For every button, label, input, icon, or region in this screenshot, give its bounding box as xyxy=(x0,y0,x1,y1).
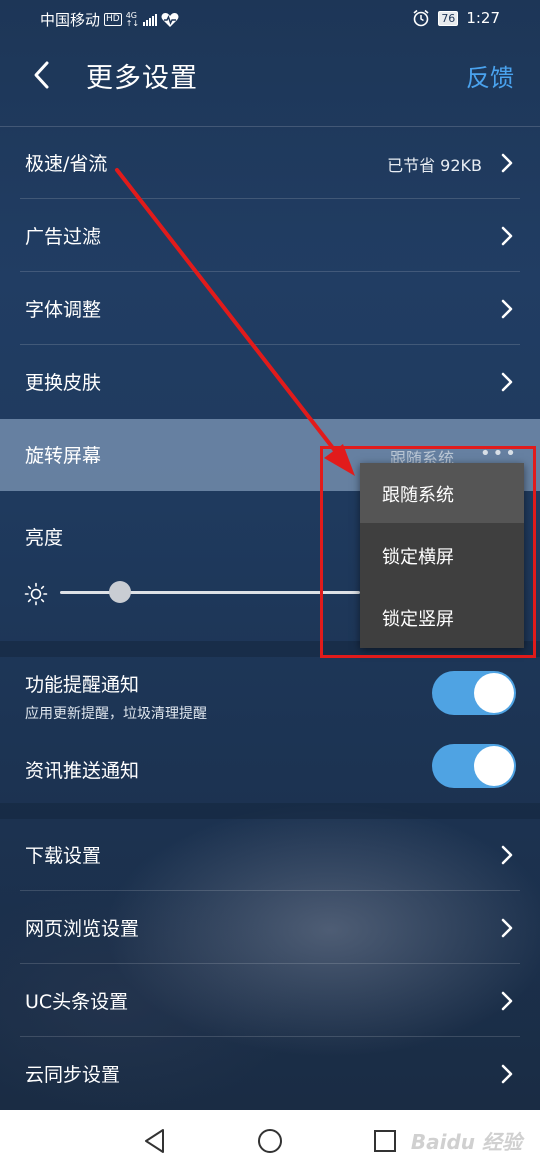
chevron-right-icon xyxy=(501,226,513,246)
system-nav-bar: Baidu 经验 xyxy=(0,1110,540,1170)
app-header: 更多设置 反馈 xyxy=(0,40,540,110)
feedback-button[interactable]: 反馈 xyxy=(466,58,514,93)
clock: 1:27 xyxy=(466,9,500,27)
row-label: 下载设置 xyxy=(25,845,102,867)
row-label: 网页浏览设置 xyxy=(25,918,140,940)
network-type: 4G ↑↓ xyxy=(125,10,140,28)
row-cloud-sync-settings[interactable]: 云同步设置 xyxy=(0,1038,540,1110)
signal-icon xyxy=(143,13,158,26)
chevron-right-icon xyxy=(501,991,513,1011)
data-saved-value: 已节省 92KB xyxy=(387,156,482,175)
settings-screen: 中国移动 HD 4G ↑↓ 76 1:27 更多设置 反馈 极速/省流 已节省 … xyxy=(0,0,540,1110)
nav-back-icon[interactable] xyxy=(143,1128,167,1154)
carrier-name: 中国移动 xyxy=(40,11,101,29)
row-news-push: 资讯推送通知 xyxy=(0,733,540,803)
annotation-highlight-box xyxy=(320,446,536,658)
row-font-adjust[interactable]: 字体调整 xyxy=(0,273,540,345)
brightness-slider-thumb[interactable] xyxy=(109,581,131,603)
brightness-label: 亮度 xyxy=(25,527,64,549)
row-label: 云同步设置 xyxy=(25,1064,121,1086)
chevron-right-icon xyxy=(501,299,513,319)
alarm-icon xyxy=(413,9,429,27)
row-label: 极速/省流 xyxy=(25,153,108,175)
row-download-settings[interactable]: 下载设置 xyxy=(0,819,540,891)
row-change-skin[interactable]: 更换皮肤 xyxy=(0,346,540,418)
feature-reminder-toggle[interactable] xyxy=(432,671,516,715)
chevron-right-icon xyxy=(501,918,513,938)
nav-recents-icon[interactable] xyxy=(373,1129,397,1153)
row-speed-saving[interactable]: 极速/省流 已节省 92KB xyxy=(0,127,540,199)
battery-icon: 76 xyxy=(438,10,459,26)
row-feature-reminder: 功能提醒通知 应用更新提醒，垃圾清理提醒 xyxy=(0,657,540,733)
row-label: 广告过滤 xyxy=(25,226,102,248)
brightness-slider[interactable] xyxy=(60,591,360,594)
heart-monitor-icon xyxy=(161,12,179,27)
nav-home-icon[interactable] xyxy=(257,1128,283,1154)
row-label: 资讯推送通知 xyxy=(25,760,140,782)
row-label: 字体调整 xyxy=(25,299,102,321)
section-gap xyxy=(0,803,540,819)
chevron-right-icon xyxy=(501,845,513,865)
brightness-icon xyxy=(24,582,48,606)
row-label: 旋转屏幕 xyxy=(25,445,102,467)
page-title: 更多设置 xyxy=(86,63,198,94)
chevron-right-icon xyxy=(501,153,513,173)
row-ad-filter[interactable]: 广告过滤 xyxy=(0,200,540,272)
baidu-watermark-logo: Baidu 经验 xyxy=(410,1130,522,1154)
row-browse-settings[interactable]: 网页浏览设置 xyxy=(0,892,540,964)
row-uc-headline-settings[interactable]: UC头条设置 xyxy=(0,965,540,1037)
row-label: UC头条设置 xyxy=(25,991,129,1013)
row-label: 更换皮肤 xyxy=(25,372,102,394)
chevron-right-icon xyxy=(501,372,513,392)
chevron-right-icon xyxy=(501,1064,513,1084)
back-button[interactable] xyxy=(28,58,58,92)
row-sublabel: 应用更新提醒，垃圾清理提醒 xyxy=(25,706,207,722)
row-label: 功能提醒通知 xyxy=(25,674,140,696)
hd-icon: HD xyxy=(104,13,122,26)
status-bar: 中国移动 HD 4G ↑↓ 76 1:27 xyxy=(0,0,540,36)
news-push-toggle[interactable] xyxy=(432,744,516,788)
